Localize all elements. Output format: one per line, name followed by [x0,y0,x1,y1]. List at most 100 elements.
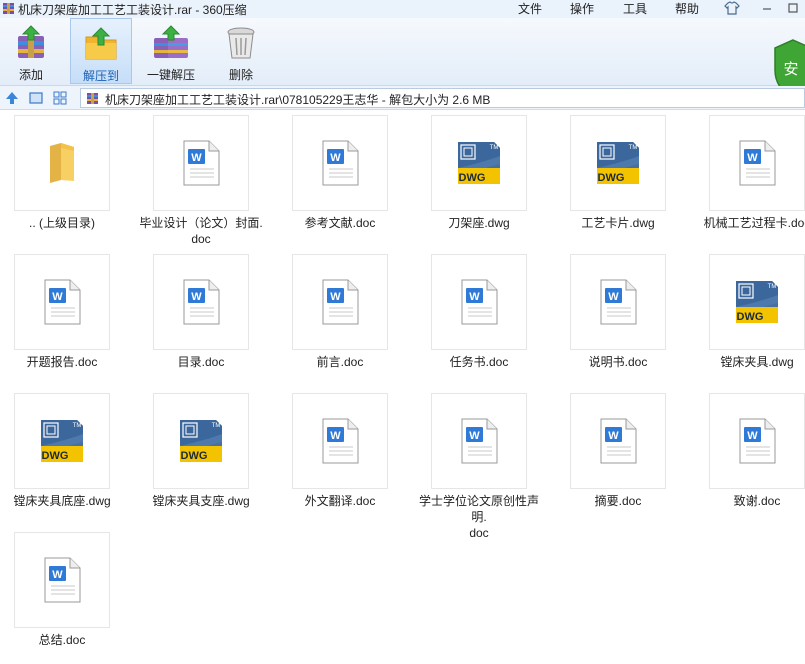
svg-text:DWG: DWG [737,311,764,323]
file-item[interactable]: W 致谢.doc [695,389,805,528]
menu-tools[interactable]: 工具 [623,0,647,17]
svg-text:W: W [469,430,480,442]
file-item[interactable]: TM DWG 镗床夹具支座.dwg [139,389,278,528]
file-thumbnail[interactable] [14,115,110,211]
file-thumbnail[interactable]: W [153,115,249,211]
svg-text:W: W [52,569,63,581]
file-name: 镗床夹具底座.dwg [13,494,111,508]
title-bar: 机床刀架座加工工艺工装设计.rar - 360压缩 文件 操作 工具 帮助 [0,0,805,18]
file-thumbnail[interactable]: W [153,254,249,350]
address-field[interactable]: 机床刀架座加工工艺工装设计.rar\078105229王志华 - 解包大小为 2… [80,88,805,108]
file-thumbnail[interactable]: W [292,254,388,350]
file-item[interactable]: W 说明书.doc [556,250,695,389]
word-doc-icon: W [461,418,498,464]
file-thumbnail[interactable]: TM DWG [153,393,249,489]
file-thumbnail[interactable]: W [570,254,666,350]
maximize-icon[interactable] [786,1,800,15]
svg-text:W: W [330,430,341,442]
file-name: 目录.doc [177,355,225,369]
svg-text:TM: TM [212,423,221,429]
add-archive-icon [18,25,44,58]
file-item[interactable]: W 总结.doc [0,528,139,664]
thumbnail-view-icon[interactable] [28,90,44,106]
delete-button[interactable]: 删除 [210,18,272,84]
file-item[interactable]: W 学士学位论文原创性声明. doc [417,389,556,540]
file-thumbnail[interactable]: W [709,115,805,211]
one-click-extract-icon [154,25,188,58]
file-item[interactable]: W 机械工艺过程卡.doc [695,111,805,250]
file-item[interactable]: W 摘要.doc [556,389,695,528]
word-doc-icon: W [600,418,637,464]
file-item[interactable]: W 参考文献.doc [278,111,417,250]
grid-view-icon[interactable] [52,90,68,106]
file-name: .. (上级目录) [29,216,95,230]
rar-archive-icon [87,93,98,104]
file-thumbnail[interactable]: W [709,393,805,489]
one-click-extract-button[interactable]: 一键解压 [140,18,202,84]
svg-text:W: W [608,291,619,303]
file-thumbnail[interactable]: W [14,254,110,350]
file-thumbnail[interactable]: TM DWG [14,393,110,489]
file-name: 参考文献.doc [304,216,376,230]
menu-file[interactable]: 文件 [518,0,542,17]
file-name: 开题报告.doc [26,355,98,369]
file-item[interactable]: W 外文翻译.doc [278,389,417,528]
file-thumbnail[interactable]: TM DWG [431,115,527,211]
add-button[interactable]: 添加 [0,18,62,84]
file-thumbnail[interactable]: W [292,115,388,211]
file-name: 总结.doc [38,633,86,647]
shield-label: 安 [783,60,798,78]
svg-text:W: W [52,291,63,303]
file-item[interactable]: W 开题报告.doc [0,250,139,389]
rar-archive-icon [3,3,14,14]
word-doc-icon: W [322,140,359,186]
file-item[interactable]: W 目录.doc [139,250,278,389]
trash-can-icon [227,27,255,59]
file-item[interactable]: .. (上级目录) [0,111,139,250]
svg-text:DWG: DWG [42,450,69,462]
svg-text:DWG: DWG [459,172,486,184]
file-item[interactable]: W 前言.doc [278,250,417,389]
window-title: 机床刀架座加工工艺工装设计.rar - 360压缩 [18,3,247,17]
file-name: 工艺卡片.dwg [581,216,655,230]
extract-to-button[interactable]: 解压到 [70,18,132,84]
svg-text:TM: TM [73,423,82,429]
file-thumbnail[interactable]: W [431,254,527,350]
address-path: 机床刀架座加工工艺工装设计.rar\078105229王志华 - 解包大小为 2… [105,93,491,107]
autocad-dwg-icon: TM DWG [458,142,500,184]
file-item[interactable]: TM DWG 刀架座.dwg [417,111,556,250]
file-item[interactable]: TM DWG 镗床夹具底座.dwg [0,389,139,528]
svg-text:W: W [330,291,341,303]
file-name: 镗床夹具.dwg [720,355,794,369]
file-name: 毕业设计（论文）封面. doc [139,216,263,246]
file-name: 前言.doc [316,355,364,369]
autocad-dwg-icon: TM DWG [180,420,222,462]
up-arrow-icon[interactable] [4,90,20,106]
word-doc-icon: W [44,279,81,325]
extract-folder-icon [85,27,117,60]
minimize-icon[interactable] [760,1,774,15]
autocad-dwg-icon: TM DWG [736,281,778,323]
file-name: 学士学位论文原创性声明. doc [418,494,539,540]
autocad-dwg-icon: TM DWG [41,420,83,462]
file-item[interactable]: W 任务书.doc [417,250,556,389]
word-doc-icon: W [739,140,776,186]
file-item[interactable]: W 毕业设计（论文）封面. doc [139,111,278,250]
file-thumbnail[interactable]: W [14,532,110,628]
menu-help[interactable]: 帮助 [675,0,699,17]
file-thumbnail[interactable]: W [292,393,388,489]
file-item[interactable]: TM DWG 工艺卡片.dwg [556,111,695,250]
menu-operate[interactable]: 操作 [570,0,594,17]
file-thumbnail[interactable]: W [570,393,666,489]
file-thumbnail[interactable]: W [431,393,527,489]
skin-shirt-icon[interactable] [724,1,740,15]
svg-text:TM: TM [768,284,777,290]
delete-label: 删除 [228,68,253,82]
file-thumbnail[interactable]: TM DWG [570,115,666,211]
file-item[interactable]: TM DWG 镗床夹具.dwg [695,250,805,389]
file-thumbnail[interactable]: TM DWG [709,254,805,350]
file-grid: .. (上级目录) W 毕业设计（论文）封面. doc W 参考文献.doc T… [0,111,805,664]
file-name: 致谢.doc [733,494,781,508]
svg-text:W: W [191,291,202,303]
address-bar: 机床刀架座加工工艺工装设计.rar\078105229王志华 - 解包大小为 2… [0,86,805,110]
